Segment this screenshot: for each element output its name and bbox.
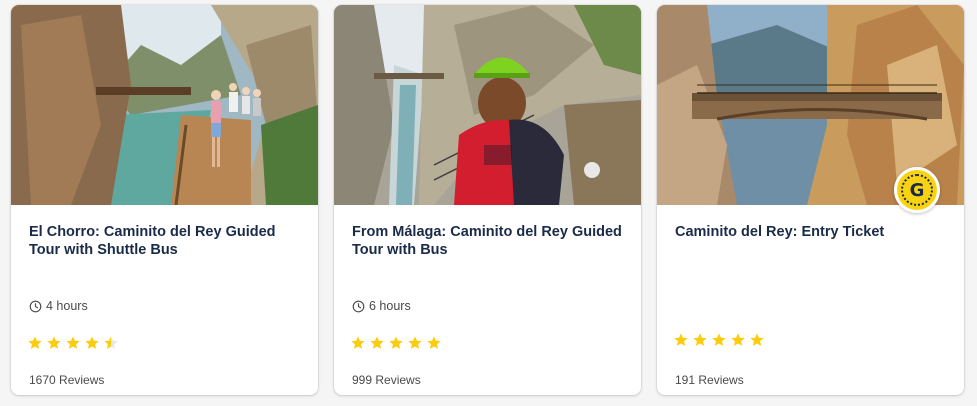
activity-photo: G (657, 5, 964, 213)
star-icon (85, 336, 99, 349)
star-icon (750, 333, 764, 346)
star-icon (427, 336, 441, 349)
duration: 4 hours (29, 299, 88, 313)
activity-title[interactable]: El Chorro: Caminito del Rey Guided Tour … (29, 223, 302, 259)
activity-card[interactable]: El Chorro: Caminito del Rey Guided Tour … (11, 5, 318, 395)
star-rating (673, 332, 765, 348)
star-rating (27, 335, 119, 351)
clock-icon (29, 300, 42, 312)
duration: 6 hours (352, 299, 411, 313)
star-icon (370, 336, 384, 349)
star-rating (350, 335, 442, 351)
star-icon (693, 333, 707, 346)
half-star-icon (104, 336, 118, 349)
review-count: 999 Reviews (352, 373, 421, 387)
duration-text: 6 hours (369, 299, 411, 313)
star-icon (389, 336, 403, 349)
activity-photo (11, 5, 318, 205)
star-icon (66, 336, 80, 349)
star-icon (674, 333, 688, 346)
star-icon (28, 336, 42, 349)
star-icon (408, 336, 422, 349)
activity-title[interactable]: From Málaga: Caminito del Rey Guided Tou… (352, 223, 625, 259)
activity-card[interactable]: G Caminito del Rey: Entry Ticket 191 Rev… (657, 5, 964, 395)
star-icon (712, 333, 726, 346)
review-count: 1670 Reviews (29, 373, 105, 387)
duration-text: 4 hours (46, 299, 88, 313)
getyourguide-badge-icon: G (894, 167, 940, 213)
activity-photo (334, 5, 641, 205)
clock-icon (352, 300, 365, 312)
star-icon (351, 336, 365, 349)
star-icon (731, 333, 745, 346)
activity-card[interactable]: From Málaga: Caminito del Rey Guided Tou… (334, 5, 641, 395)
review-count: 191 Reviews (675, 373, 744, 387)
activity-title[interactable]: Caminito del Rey: Entry Ticket (675, 223, 948, 241)
star-icon (47, 336, 61, 349)
